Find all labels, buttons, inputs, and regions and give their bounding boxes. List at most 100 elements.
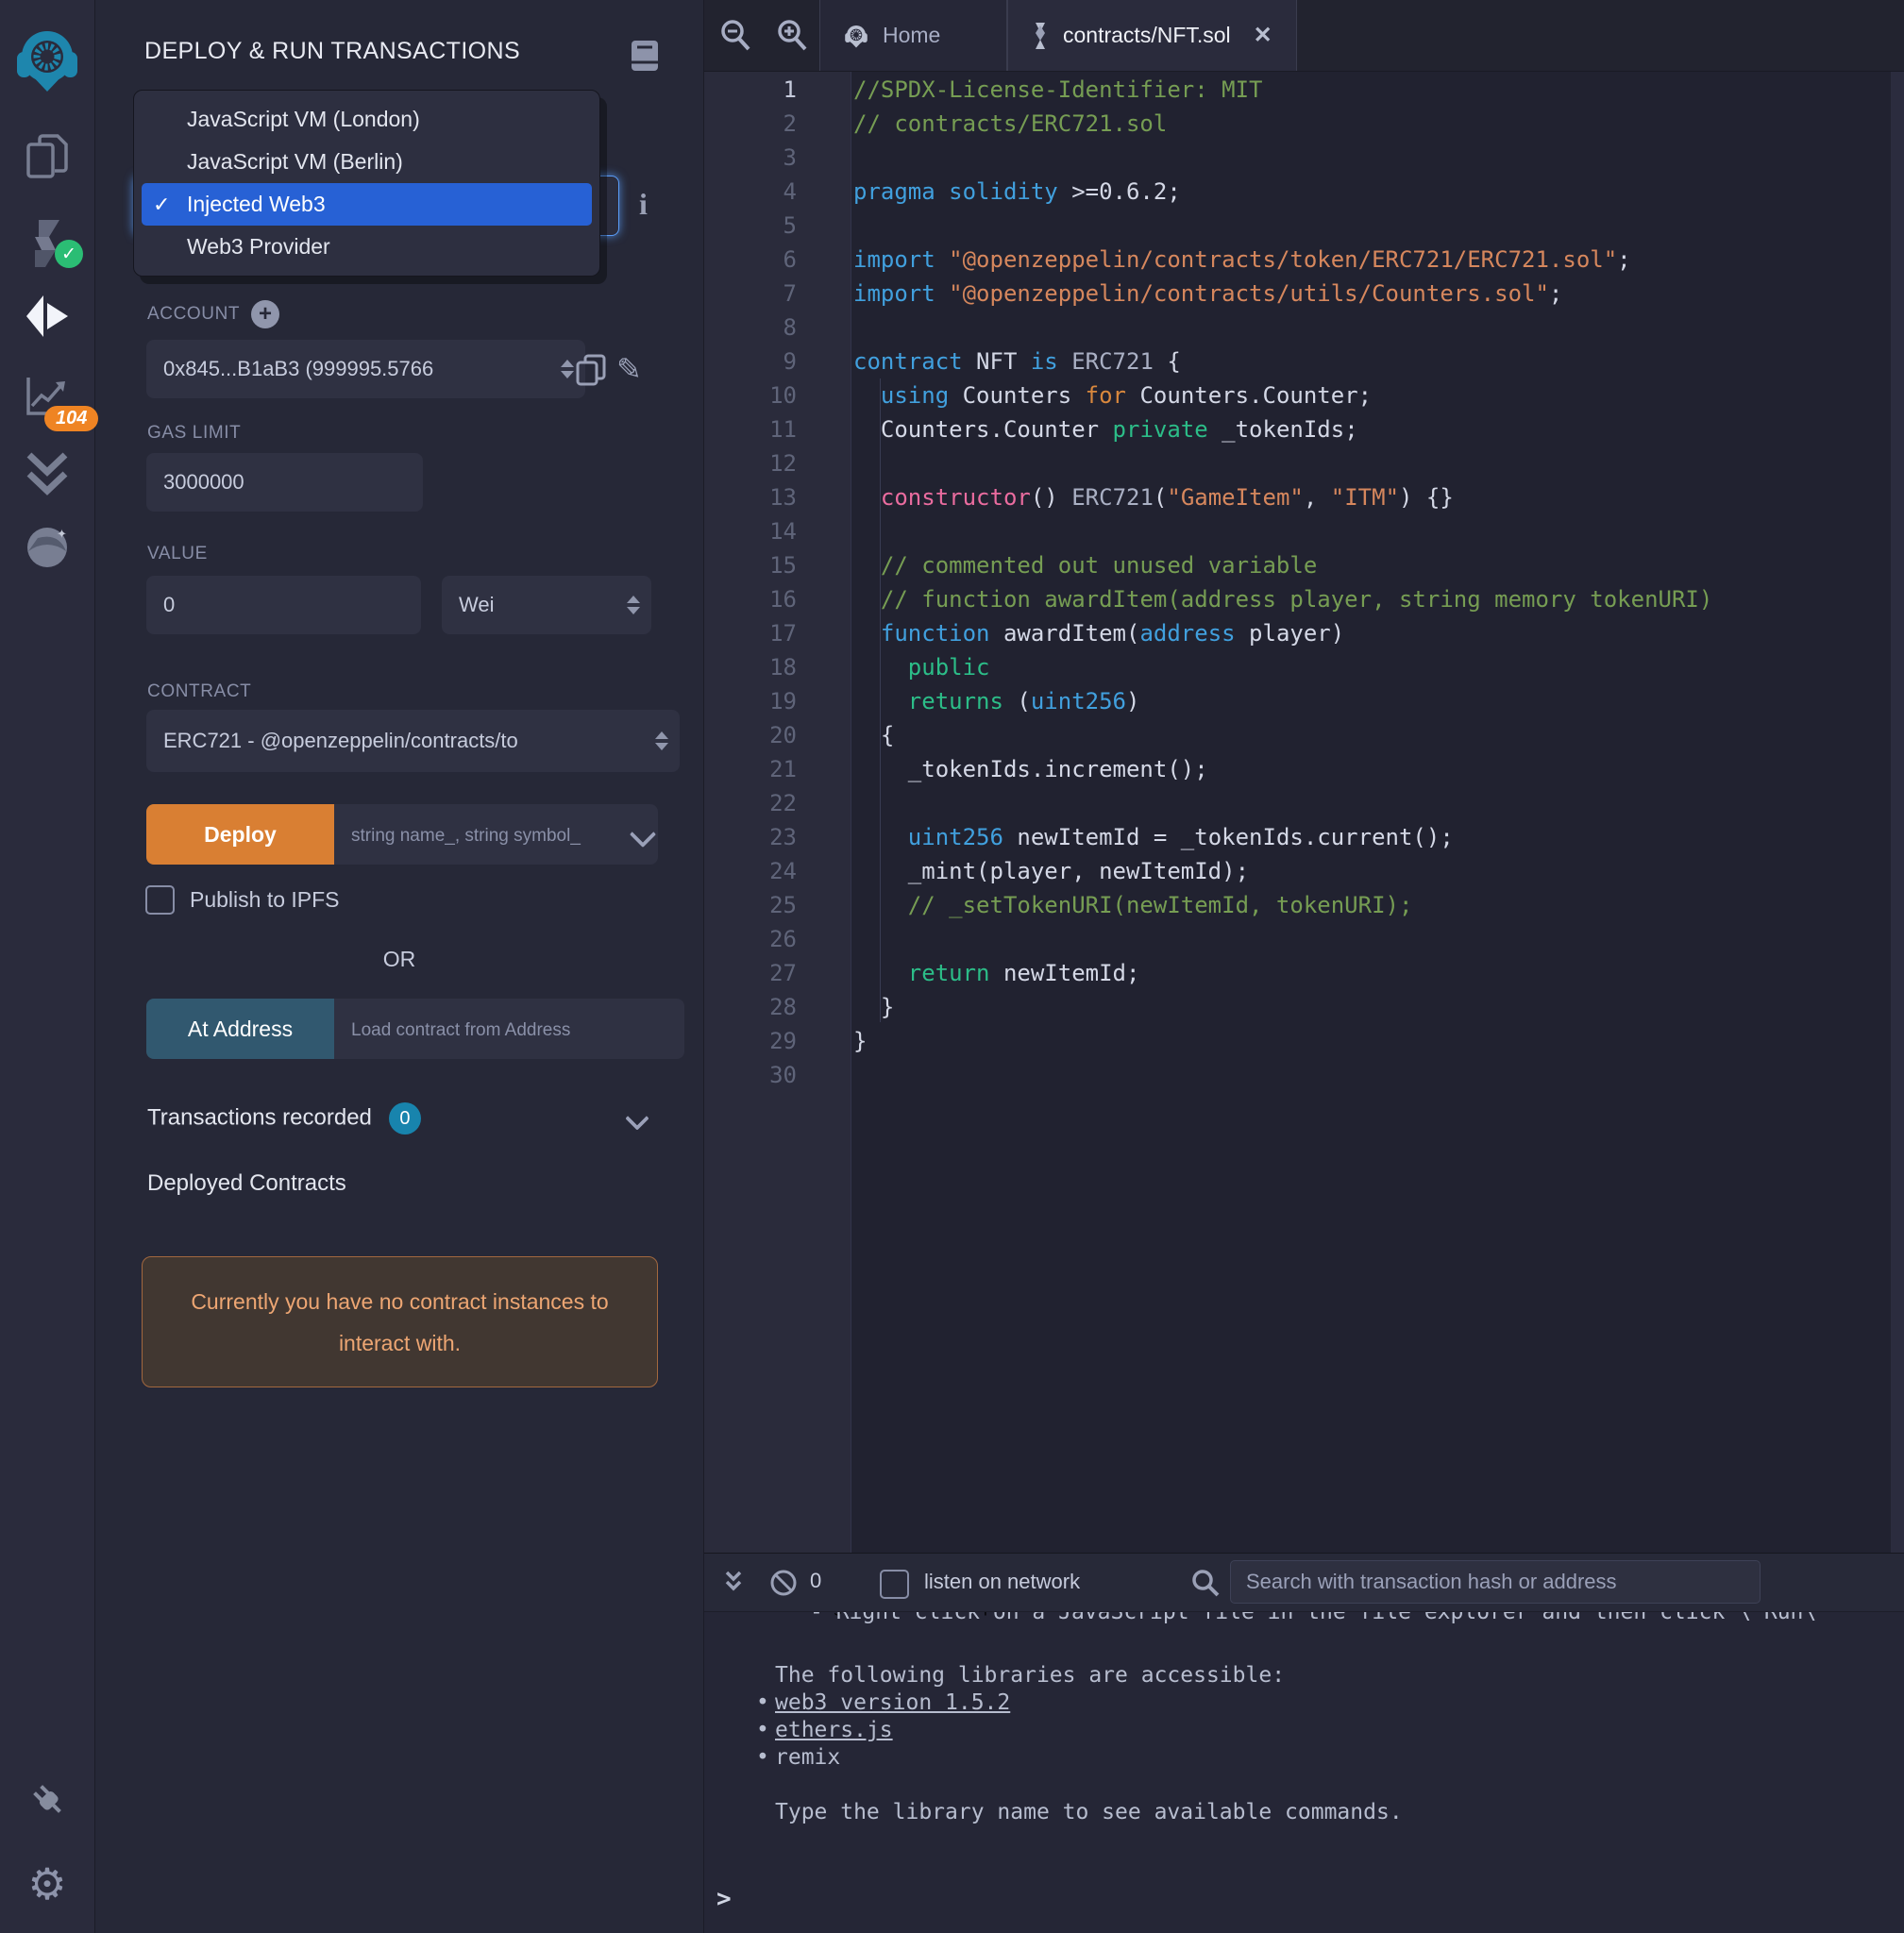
settings-gear-icon[interactable]: ⚙: [0, 1857, 94, 1910]
code-line[interactable]: 27 return newItemId;: [704, 956, 1904, 990]
code-line[interactable]: 20 {: [704, 718, 1904, 752]
code-line[interactable]: 11 Counters.Counter private _tokenIds;: [704, 412, 1904, 446]
value-unit-select[interactable]: Wei: [442, 576, 651, 634]
code-text: // contracts/ERC721.sol: [851, 107, 1167, 141]
unit-testing-icon[interactable]: [0, 445, 94, 502]
line-number: 8: [704, 311, 851, 345]
plugin-manager-icon[interactable]: [0, 1773, 94, 1825]
environment-option[interactable]: JavaScript VM (London): [142, 98, 592, 141]
zoom-in-icon[interactable]: [774, 17, 812, 55]
code-line[interactable]: 21 _tokenIds.increment();: [704, 752, 1904, 786]
code-line[interactable]: 10 using Counters for Counters.Counter;: [704, 378, 1904, 412]
editor-scrollbar[interactable]: [1891, 71, 1904, 1553]
account-select[interactable]: 0x845...B1aB3 (999995.5766: [146, 340, 585, 398]
chevron-down-icon[interactable]: [625, 1106, 649, 1130]
line-number: 6: [704, 243, 851, 277]
solidity-compiler-icon[interactable]: [0, 215, 94, 272]
code-line[interactable]: 16 // function awardItem(address player,…: [704, 582, 1904, 616]
code-line[interactable]: 13 constructor() ERC721("GameItem", "ITM…: [704, 480, 1904, 514]
terminal-link[interactable]: ethers.js: [775, 1717, 893, 1744]
close-tab-icon[interactable]: ✕: [1254, 22, 1272, 49]
transactions-count-badge: 0: [389, 1102, 421, 1135]
terminal-line[interactable]: •web3 version 1.5.2: [756, 1689, 1403, 1717]
code-line[interactable]: 28 }: [704, 990, 1904, 1024]
code-text: }: [851, 1024, 867, 1058]
line-number: 18: [704, 650, 851, 684]
tab-contracts-nft-sol[interactable]: contracts/NFT.sol ✕: [1007, 0, 1297, 71]
code-line[interactable]: 23 uint256 newItemId = _tokenIds.current…: [704, 820, 1904, 854]
line-number: 28: [704, 990, 851, 1024]
code-line[interactable]: 26: [704, 922, 1904, 956]
value-unit: Wei: [459, 593, 495, 617]
gas-limit-input[interactable]: [146, 453, 423, 512]
code-line[interactable]: 3: [704, 141, 1904, 175]
terminal-link[interactable]: web3 version 1.5.2: [775, 1689, 1010, 1717]
terminal-prompt[interactable]: >: [716, 1885, 732, 1913]
code-line[interactable]: 18 public: [704, 650, 1904, 684]
collapse-terminal-icon[interactable]: [722, 1568, 745, 1596]
code-line[interactable]: 17 function awardItem(address player): [704, 616, 1904, 650]
terminal: - Right click on a JavaScript file in th…: [704, 1553, 1904, 1933]
transactions-recorded-row[interactable]: Transactions recorded0: [147, 1102, 421, 1135]
code-line[interactable]: 4pragma solidity >=0.6.2;: [704, 175, 1904, 209]
code-line[interactable]: 29}: [704, 1024, 1904, 1058]
file-explorer-icon[interactable]: [0, 129, 94, 186]
code-line[interactable]: 6import "@openzeppelin/contracts/token/E…: [704, 243, 1904, 277]
code-line[interactable]: 5: [704, 209, 1904, 243]
terminal-output: The following libraries are accessible:•…: [756, 1662, 1403, 1826]
info-icon[interactable]: i: [639, 187, 648, 222]
panel-title: DEPLOY & RUN TRANSACTIONS: [144, 38, 520, 65]
contract-label: CONTRACT: [147, 681, 251, 702]
deploy-run-icon[interactable]: [0, 288, 94, 345]
code-line[interactable]: 15 // commented out unused variable: [704, 548, 1904, 582]
code-line[interactable]: 2// contracts/ERC721.sol: [704, 107, 1904, 141]
code-text: [851, 446, 853, 480]
remix-logo-icon[interactable]: [0, 25, 94, 93]
environment-option[interactable]: Web3 Provider: [142, 226, 592, 268]
documentation-book-icon[interactable]: [630, 40, 660, 72]
publish-ipfs-checkbox[interactable]: [145, 885, 175, 915]
clear-console-icon[interactable]: [768, 1568, 799, 1598]
code-line[interactable]: 1//SPDX-License-Identifier: MIT: [704, 73, 1904, 107]
terminal-text: remix: [775, 1744, 840, 1772]
environment-option[interactable]: ✓Injected Web3: [142, 183, 592, 226]
tab-label: Home: [883, 23, 940, 48]
line-number: 14: [704, 514, 851, 548]
search-icon: [1189, 1568, 1222, 1600]
code-line[interactable]: 22: [704, 786, 1904, 820]
constructor-args-input[interactable]: [334, 804, 658, 865]
code-line[interactable]: 25 // _setTokenURI(newItemId, tokenURI);: [704, 888, 1904, 922]
line-number: 7: [704, 277, 851, 311]
code-line[interactable]: 8: [704, 311, 1904, 345]
at-address-input[interactable]: [334, 999, 684, 1059]
code-lines: 1//SPDX-License-Identifier: MIT2// contr…: [704, 73, 1904, 1092]
code-line[interactable]: 14: [704, 514, 1904, 548]
environment-option-label: Injected Web3: [187, 192, 326, 217]
at-address-button[interactable]: At Address: [146, 999, 334, 1059]
listen-network-checkbox[interactable]: [880, 1570, 909, 1599]
code-line[interactable]: 30: [704, 1058, 1904, 1092]
line-number: 5: [704, 209, 851, 243]
tab-home[interactable]: Home: [819, 0, 1007, 71]
stepper-arrows-icon: [655, 731, 668, 750]
code-line[interactable]: 19 returns (uint256): [704, 684, 1904, 718]
terminal-line[interactable]: •ethers.js: [756, 1717, 1403, 1744]
contract-select[interactable]: ERC721 - @openzeppelin/contracts/to: [146, 710, 680, 772]
value-input[interactable]: [146, 576, 421, 634]
edit-account-icon[interactable]: ✎: [616, 351, 642, 387]
copy-account-icon[interactable]: [576, 354, 606, 386]
code-text: function awardItem(address player): [851, 616, 1344, 650]
code-line[interactable]: 9contract NFT is ERC721 {: [704, 345, 1904, 378]
terminal-text: Type the library name to see available c…: [775, 1800, 1403, 1824]
zoom-out-icon[interactable]: [717, 17, 755, 55]
environment-option-label: JavaScript VM (London): [187, 107, 420, 132]
plugin-circle-icon[interactable]: ✦: [0, 519, 94, 576]
value-label: VALUE: [147, 544, 208, 564]
code-line[interactable]: 12: [704, 446, 1904, 480]
terminal-search-input[interactable]: [1230, 1560, 1761, 1604]
add-account-icon[interactable]: +: [251, 300, 279, 328]
deploy-button[interactable]: Deploy: [146, 804, 334, 865]
environment-option[interactable]: JavaScript VM (Berlin): [142, 141, 592, 183]
code-line[interactable]: 24 _mint(player, newItemId);: [704, 854, 1904, 888]
code-line[interactable]: 7import "@openzeppelin/contracts/utils/C…: [704, 277, 1904, 311]
